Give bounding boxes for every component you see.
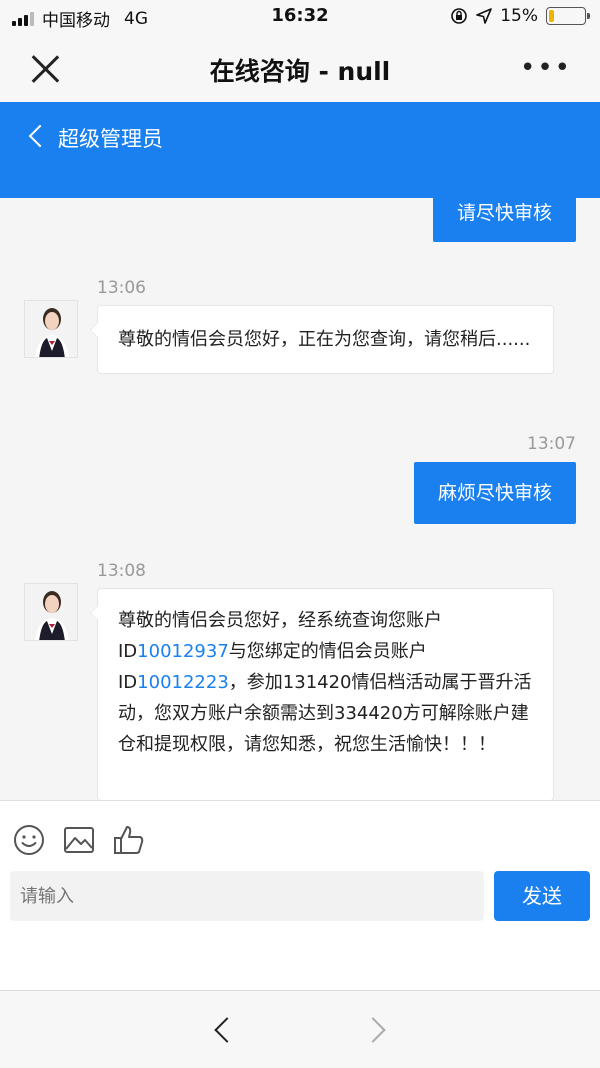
page-title: 在线咨询 - null: [209, 57, 391, 86]
browser-nav-bar: [0, 990, 600, 1068]
agent-avatar-icon: [25, 584, 77, 640]
browser-titlebar: 在线咨询 - null •••: [0, 34, 600, 102]
avatar: [24, 583, 78, 641]
message-timestamp: 13:08: [97, 561, 146, 581]
message-bubble-incoming: 尊敬的情侣会员您好，正在为您查询，请您稍后......: [90, 305, 554, 374]
message-bubble-outgoing: 请尽快审核: [432, 198, 576, 242]
back-icon[interactable]: [26, 124, 48, 152]
account-id-link[interactable]: 10012937: [137, 641, 229, 662]
more-menu-icon[interactable]: •••: [520, 55, 572, 81]
battery-fill: [549, 10, 554, 22]
rotation-lock-icon: [451, 8, 468, 24]
status-right: 15%: [450, 6, 590, 26]
message-timestamp: 13:07: [527, 434, 576, 454]
message-input[interactable]: [10, 871, 484, 921]
message-text: 尊敬的情侣会员您好，正在为您查询，请您稍后......: [118, 329, 531, 350]
emoji-icon[interactable]: [12, 823, 46, 857]
chat-messages[interactable]: 请尽快审核 13:06 尊敬的情侣会员您好，正在为您查询，请您稍后...... …: [0, 198, 600, 800]
location-icon: [476, 8, 493, 24]
image-icon[interactable]: [62, 823, 96, 857]
send-button[interactable]: 发送: [494, 871, 590, 921]
avatar: [24, 300, 78, 358]
chat-contact-name: 超级管理员: [58, 127, 163, 151]
status-bar: 中国移动 4G 16:32 15%: [0, 0, 600, 34]
input-toolbar: [12, 823, 146, 857]
battery-icon: [546, 7, 590, 25]
message-bubble-outgoing: 麻烦尽快审核: [413, 462, 576, 524]
message-bubble-incoming: 尊敬的情侣会员您好，经系统查询您账户ID10012937与您绑定的情侣会员账户I…: [90, 588, 554, 800]
battery-percent: 15%: [500, 6, 538, 26]
message-text: 请尽快审核: [456, 202, 552, 224]
thumbs-up-icon[interactable]: [112, 823, 146, 857]
nav-forward-icon[interactable]: [362, 1013, 392, 1047]
agent-avatar-icon: [25, 301, 77, 357]
message-text: 麻烦尽快审核: [437, 482, 552, 504]
chat-input-area: 发送: [0, 800, 600, 990]
chat-header: 超级管理员: [0, 102, 600, 198]
account-id-link[interactable]: 10012223: [137, 672, 229, 693]
nav-back-icon[interactable]: [208, 1013, 238, 1047]
message-timestamp: 13:06: [97, 278, 146, 298]
